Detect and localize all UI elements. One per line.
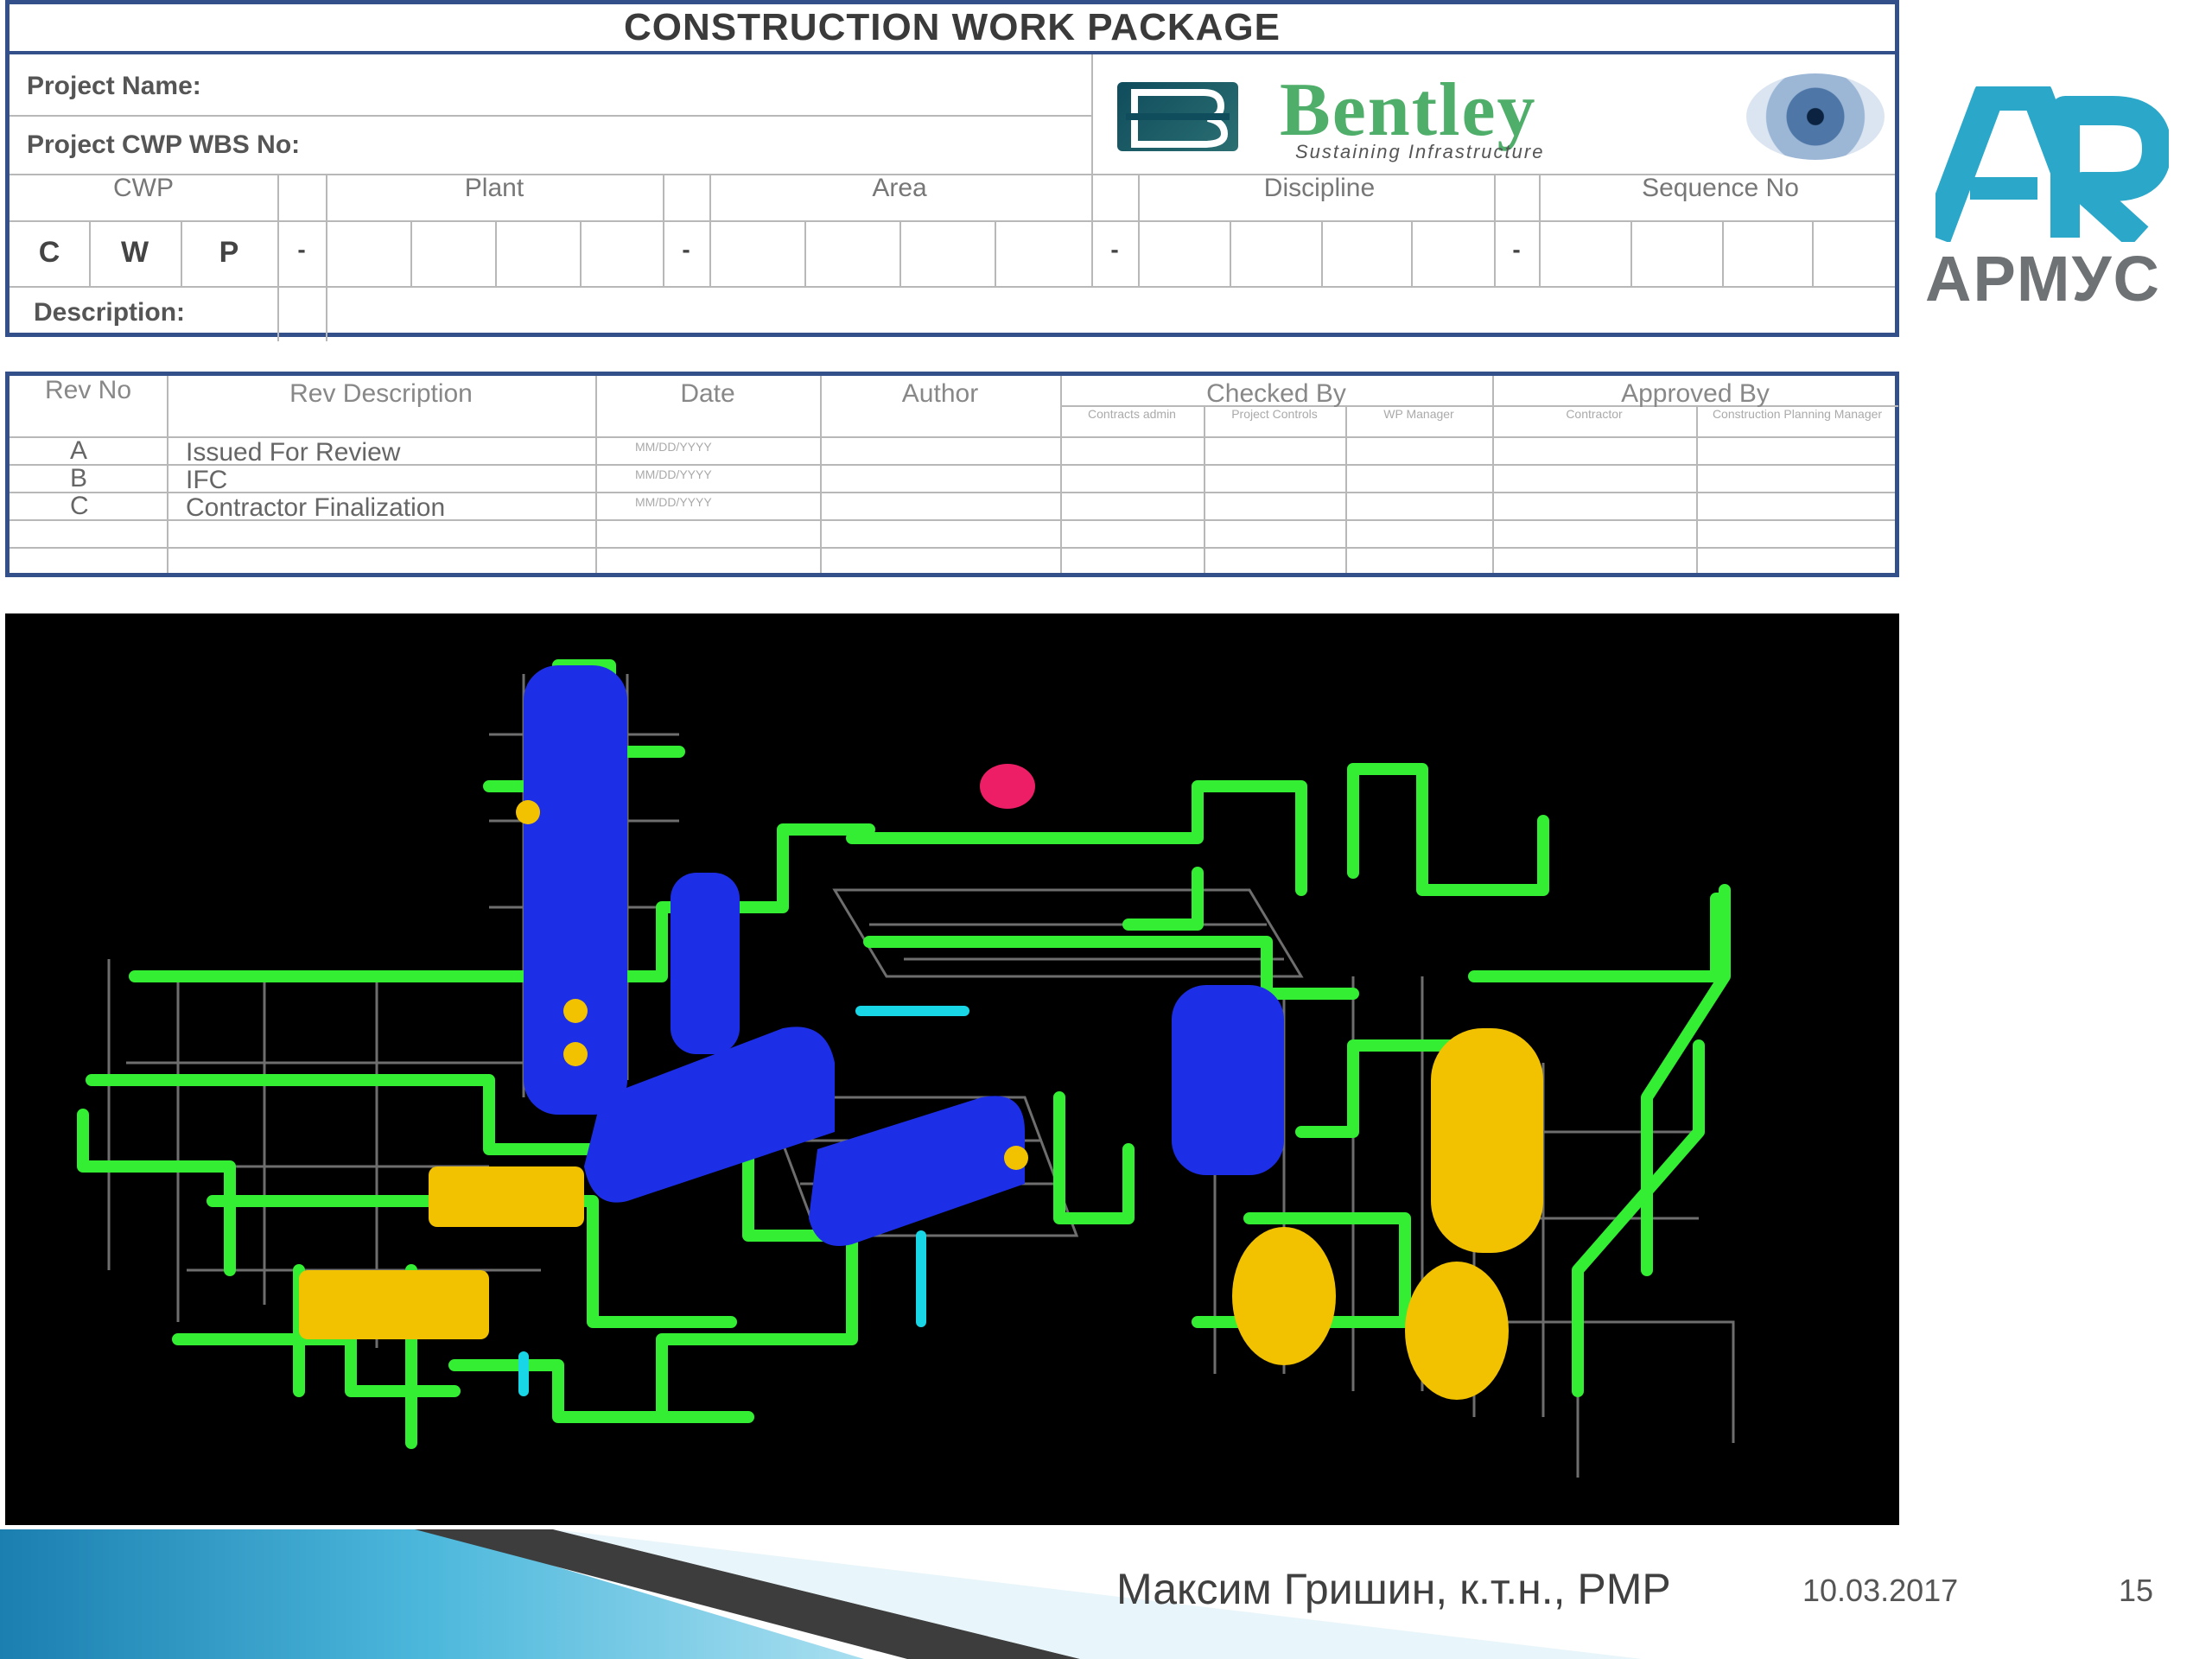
header-author: Author <box>901 379 979 408</box>
rev-b-date: MM/DD/YYYY <box>635 467 712 481</box>
rev-a: A <box>70 436 88 465</box>
rev-a-date: MM/DD/YYYY <box>635 440 712 454</box>
sub-wp-manager: WP Manager <box>1383 407 1454 421</box>
header-rev-no: Rev No <box>44 376 132 404</box>
dash: - <box>1512 236 1521 263</box>
rev-c-description: Contractor Finalization <box>186 493 446 522</box>
dash: - <box>1110 236 1119 263</box>
divider <box>10 220 1895 222</box>
sub-contracts-admin: Contracts admin <box>1088 407 1176 421</box>
rev-c: C <box>70 492 89 520</box>
bentley-b-icon <box>1117 82 1238 151</box>
rev-b-description: IFC <box>186 466 228 494</box>
project-wbs-label: Project CWP WBS No: <box>27 130 301 159</box>
footer-date: 10.03.2017 <box>1802 1573 1959 1608</box>
armus-ar-icon <box>1936 86 2169 242</box>
col-sequence: Sequence No <box>1642 174 1799 202</box>
bentley-logo: Bentley Sustaining Infrastructure <box>1107 67 1893 168</box>
revision-table: Rev No Rev Description Date Author Check… <box>5 372 1899 577</box>
plant-3d-model-image <box>5 613 1899 1525</box>
cwp-letter-w: W <box>120 236 149 269</box>
divider <box>10 286 1895 288</box>
dash: - <box>682 236 690 263</box>
header-checked-by: Checked By <box>1206 379 1346 408</box>
page-number: 15 <box>2119 1573 2154 1608</box>
col-area: Area <box>872 174 927 202</box>
col-cwp: CWP <box>113 174 174 202</box>
rev-a-description: Issued For Review <box>186 438 401 467</box>
divider <box>10 115 1091 117</box>
header-rev-description: Rev Description <box>289 379 473 408</box>
armus-logo: АРМУС <box>1918 86 2195 315</box>
bentley-eye-icon <box>1746 73 1885 160</box>
cwp-letter-p: P <box>219 236 239 269</box>
header-approved-by: Approved By <box>1621 379 1770 408</box>
sub-project-controls: Project Controls <box>1231 407 1318 421</box>
bentley-tagline: Sustaining Infrastructure <box>1295 141 1545 162</box>
dash: - <box>297 236 306 263</box>
rev-b: B <box>70 464 88 493</box>
header-date: Date <box>680 379 735 408</box>
col-discipline: Discipline <box>1263 174 1376 202</box>
rev-c-date: MM/DD/YYYY <box>635 495 712 509</box>
project-name-label: Project Name: <box>27 72 201 100</box>
sub-contractor: Contractor <box>1566 407 1623 421</box>
cwp-letter-c: C <box>38 236 60 269</box>
description-label: Description: <box>34 298 186 327</box>
footer-author: Максим Гришин, к.т.н., PMP <box>1116 1565 1671 1613</box>
sub-construction-planning-manager: Construction Planning Manager <box>1712 407 1883 421</box>
armus-wordmark: АРМУС <box>1925 243 2161 315</box>
form-title: CONSTRUCTION WORK PACKAGE <box>10 4 1895 54</box>
cwp-header-form: CONSTRUCTION WORK PACKAGE Project Name: … <box>5 0 1899 341</box>
col-plant: Plant <box>464 174 524 202</box>
